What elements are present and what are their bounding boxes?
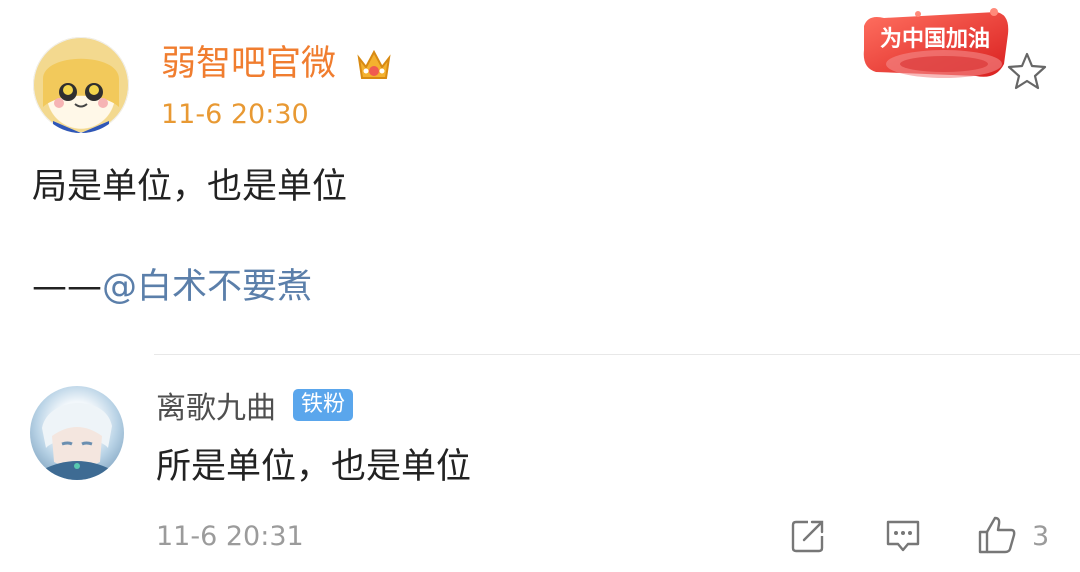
attribution-dash: —— <box>32 267 102 307</box>
post-text: 局是单位，也是单位 <box>32 167 348 207</box>
star-outline-icon[interactable] <box>1006 50 1048 92</box>
comment-icon[interactable] <box>884 518 922 554</box>
share-icon[interactable] <box>790 518 826 554</box>
comment-time: 11-6 20:31 <box>156 521 304 552</box>
comment-divider <box>154 354 1080 355</box>
like-count: 3 <box>1032 521 1050 552</box>
crown-icon <box>355 44 393 84</box>
post-attribution: ——@白术不要煮 <box>32 264 312 310</box>
post-time: 11-6 20:30 <box>161 99 309 130</box>
mention-link[interactable]: @白术不要煮 <box>102 267 312 307</box>
badge-text: 为中国加油 <box>880 27 990 52</box>
comment-text: 所是单位，也是单位 <box>156 447 472 487</box>
post-author-avatar[interactable] <box>33 37 129 133</box>
comment-author-name[interactable]: 离歌九曲 <box>156 390 276 428</box>
fan-badge: 铁粉 <box>293 389 354 421</box>
comment-author-avatar[interactable] <box>30 386 124 480</box>
thumbs-up-icon[interactable] <box>976 514 1018 556</box>
support-china-badge: 为中国加油 <box>856 6 1014 84</box>
post-author-name[interactable]: 弱智吧官微 <box>161 42 336 86</box>
